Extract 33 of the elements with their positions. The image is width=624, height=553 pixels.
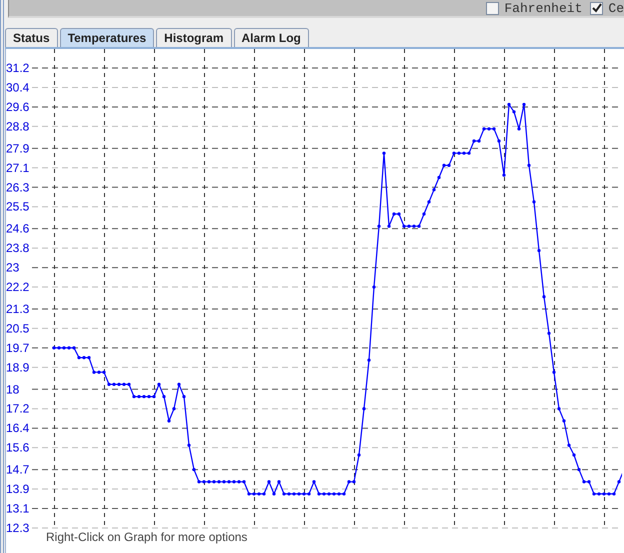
axis-tick-label: 18.9 bbox=[6, 360, 30, 374]
axis-tick-label: 29.6 bbox=[6, 100, 30, 114]
axis-tick-label: 20.5 bbox=[6, 321, 30, 336]
axis-tick-label: 13.9 bbox=[6, 482, 30, 496]
axis-tick-label: 28.8 bbox=[6, 119, 30, 134]
axis-tick-label: 21.3 bbox=[6, 302, 30, 316]
axis-tick-label: 23.8 bbox=[6, 241, 30, 256]
axis-tick-label: 24.6 bbox=[6, 222, 30, 236]
axis-tick-label: 25.5 bbox=[6, 200, 30, 214]
hint-text: Right-Click on Graph for more options bbox=[46, 530, 248, 544]
checkbox[interactable] bbox=[486, 2, 500, 14]
checkbox[interactable] bbox=[590, 2, 604, 14]
tab[interactable]: Histogram bbox=[156, 28, 232, 47]
axis-tick-label: 27.1 bbox=[6, 160, 30, 175]
axis-tick-label: 18 bbox=[6, 382, 20, 396]
axis-tick-label: 23 bbox=[6, 260, 20, 275]
axis-tick-label: 22.2 bbox=[6, 280, 30, 294]
axis-tick-label: 12.3 bbox=[6, 521, 30, 535]
axis-tick-label: 16.4 bbox=[6, 421, 30, 436]
tab[interactable]: Temperatures bbox=[60, 28, 154, 47]
axis-tick-label: 13.1 bbox=[6, 502, 30, 516]
axis-tick-label: 19.7 bbox=[6, 340, 30, 355]
axis-tick-label: 30.4 bbox=[6, 80, 30, 94]
axis-tick-label: 17.2 bbox=[6, 402, 30, 416]
axis-tick-label: 26.3 bbox=[6, 180, 30, 194]
checkbox-label: Fahrenheit bbox=[504, 0, 582, 16]
axis-tick-label: 27.9 bbox=[6, 141, 30, 156]
axis-tick-label: 15.6 bbox=[6, 440, 30, 455]
tab[interactable]: Status bbox=[5, 28, 58, 47]
axis-tick-label: 31.2 bbox=[6, 61, 30, 75]
tab[interactable]: Alarm Log bbox=[234, 28, 309, 47]
checkbox-label: Ce bbox=[608, 0, 624, 16]
axis-tick-label: 14.7 bbox=[6, 462, 30, 477]
